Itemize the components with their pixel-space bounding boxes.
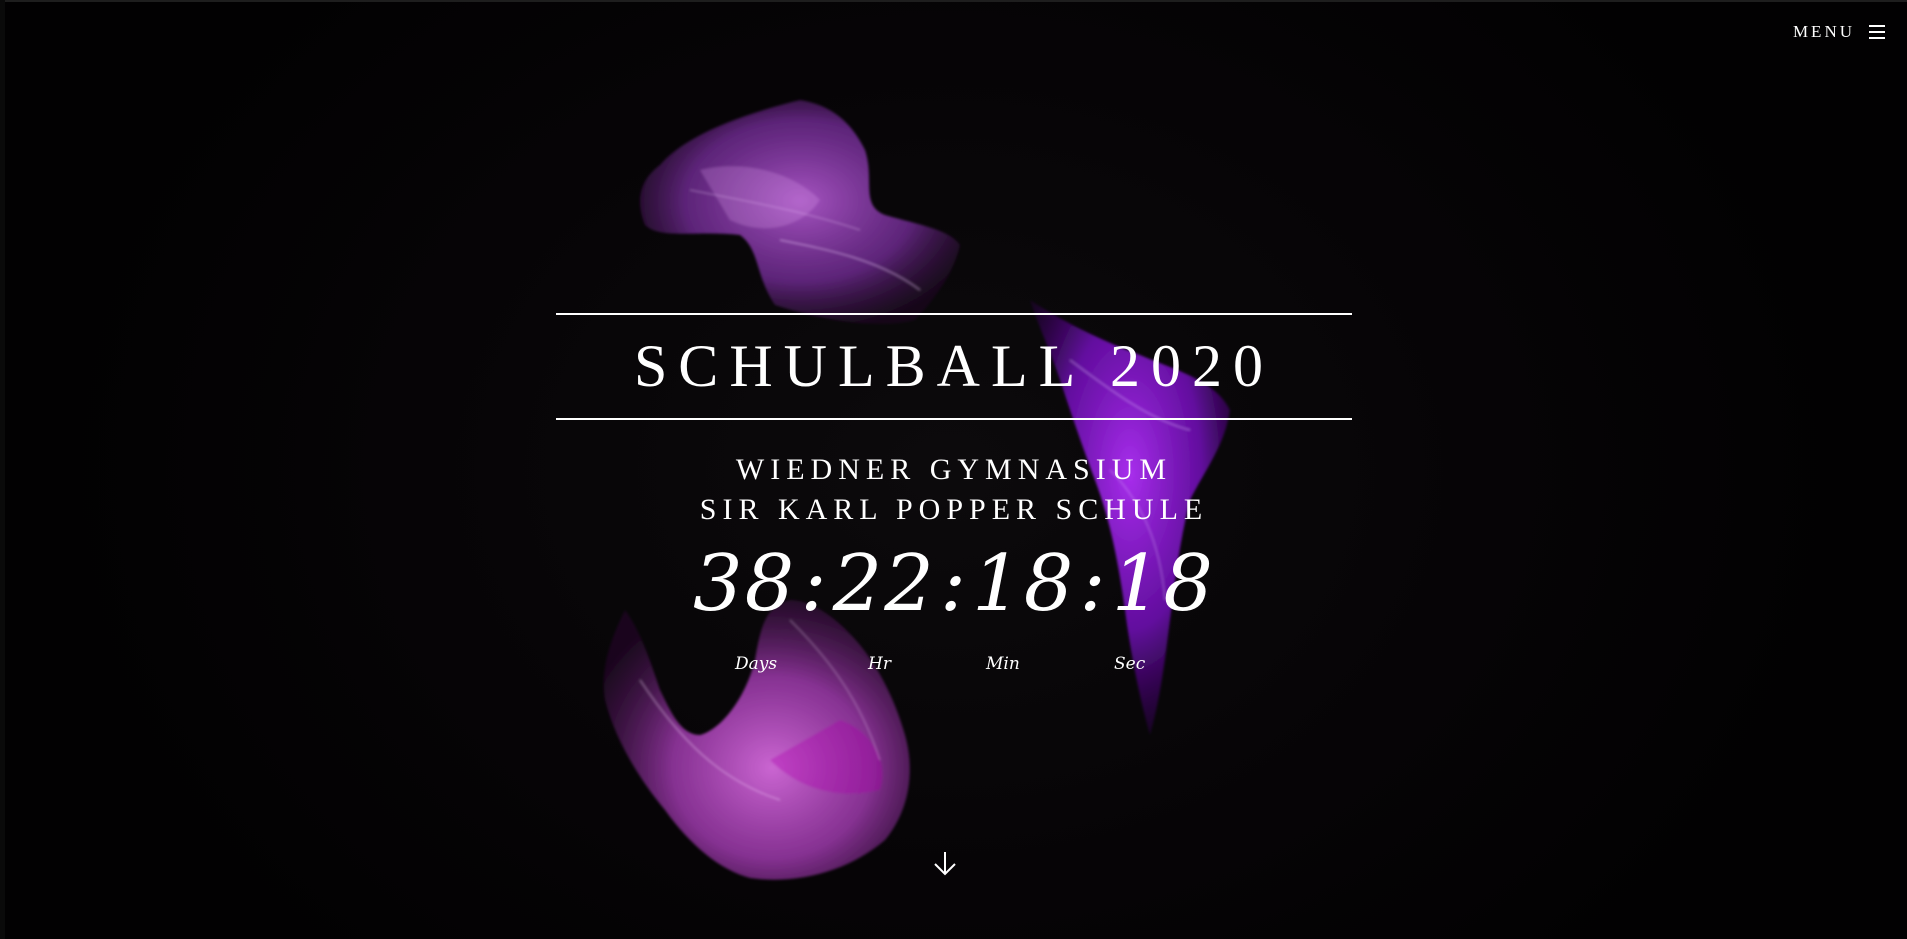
countdown-hours: 22 (832, 539, 936, 629)
menu-label: MENU (1792, 22, 1855, 41)
countdown-days: 38 (693, 539, 797, 629)
scarf-top (640, 100, 960, 325)
scarf-bottom (603, 600, 910, 880)
countdown-timer: 38:22:18:18 (556, 536, 1352, 632)
title-rule-bottom (556, 418, 1352, 420)
subtitle-school-alias: SIR KARL POPPER SCHULE (699, 493, 1209, 526)
subtitle-school-name: WIEDNER GYMNASIUM (735, 453, 1173, 486)
title-rule-top (556, 313, 1352, 315)
countdown-separator: : (800, 539, 829, 629)
countdown-label-hours: Hr (868, 654, 891, 674)
countdown-separator: : (1079, 539, 1108, 629)
page-title: SCHULBALL 2020 (633, 333, 1275, 399)
countdown-unit-labels: Days Hr Min Sec (0, 654, 1907, 678)
arrow-down-icon (934, 852, 956, 876)
countdown-minutes: 18 (972, 539, 1076, 629)
countdown-label-seconds: Sec (1114, 654, 1146, 674)
menu-button[interactable]: MENU (1793, 22, 1885, 42)
countdown-label-minutes: Min (986, 654, 1020, 674)
hamburger-menu-icon (1869, 25, 1885, 39)
scroll-down-button[interactable] (930, 849, 960, 879)
countdown-label-days: Days (735, 654, 778, 674)
countdown-separator: : (939, 539, 969, 629)
countdown-seconds: 18 (1111, 539, 1215, 629)
